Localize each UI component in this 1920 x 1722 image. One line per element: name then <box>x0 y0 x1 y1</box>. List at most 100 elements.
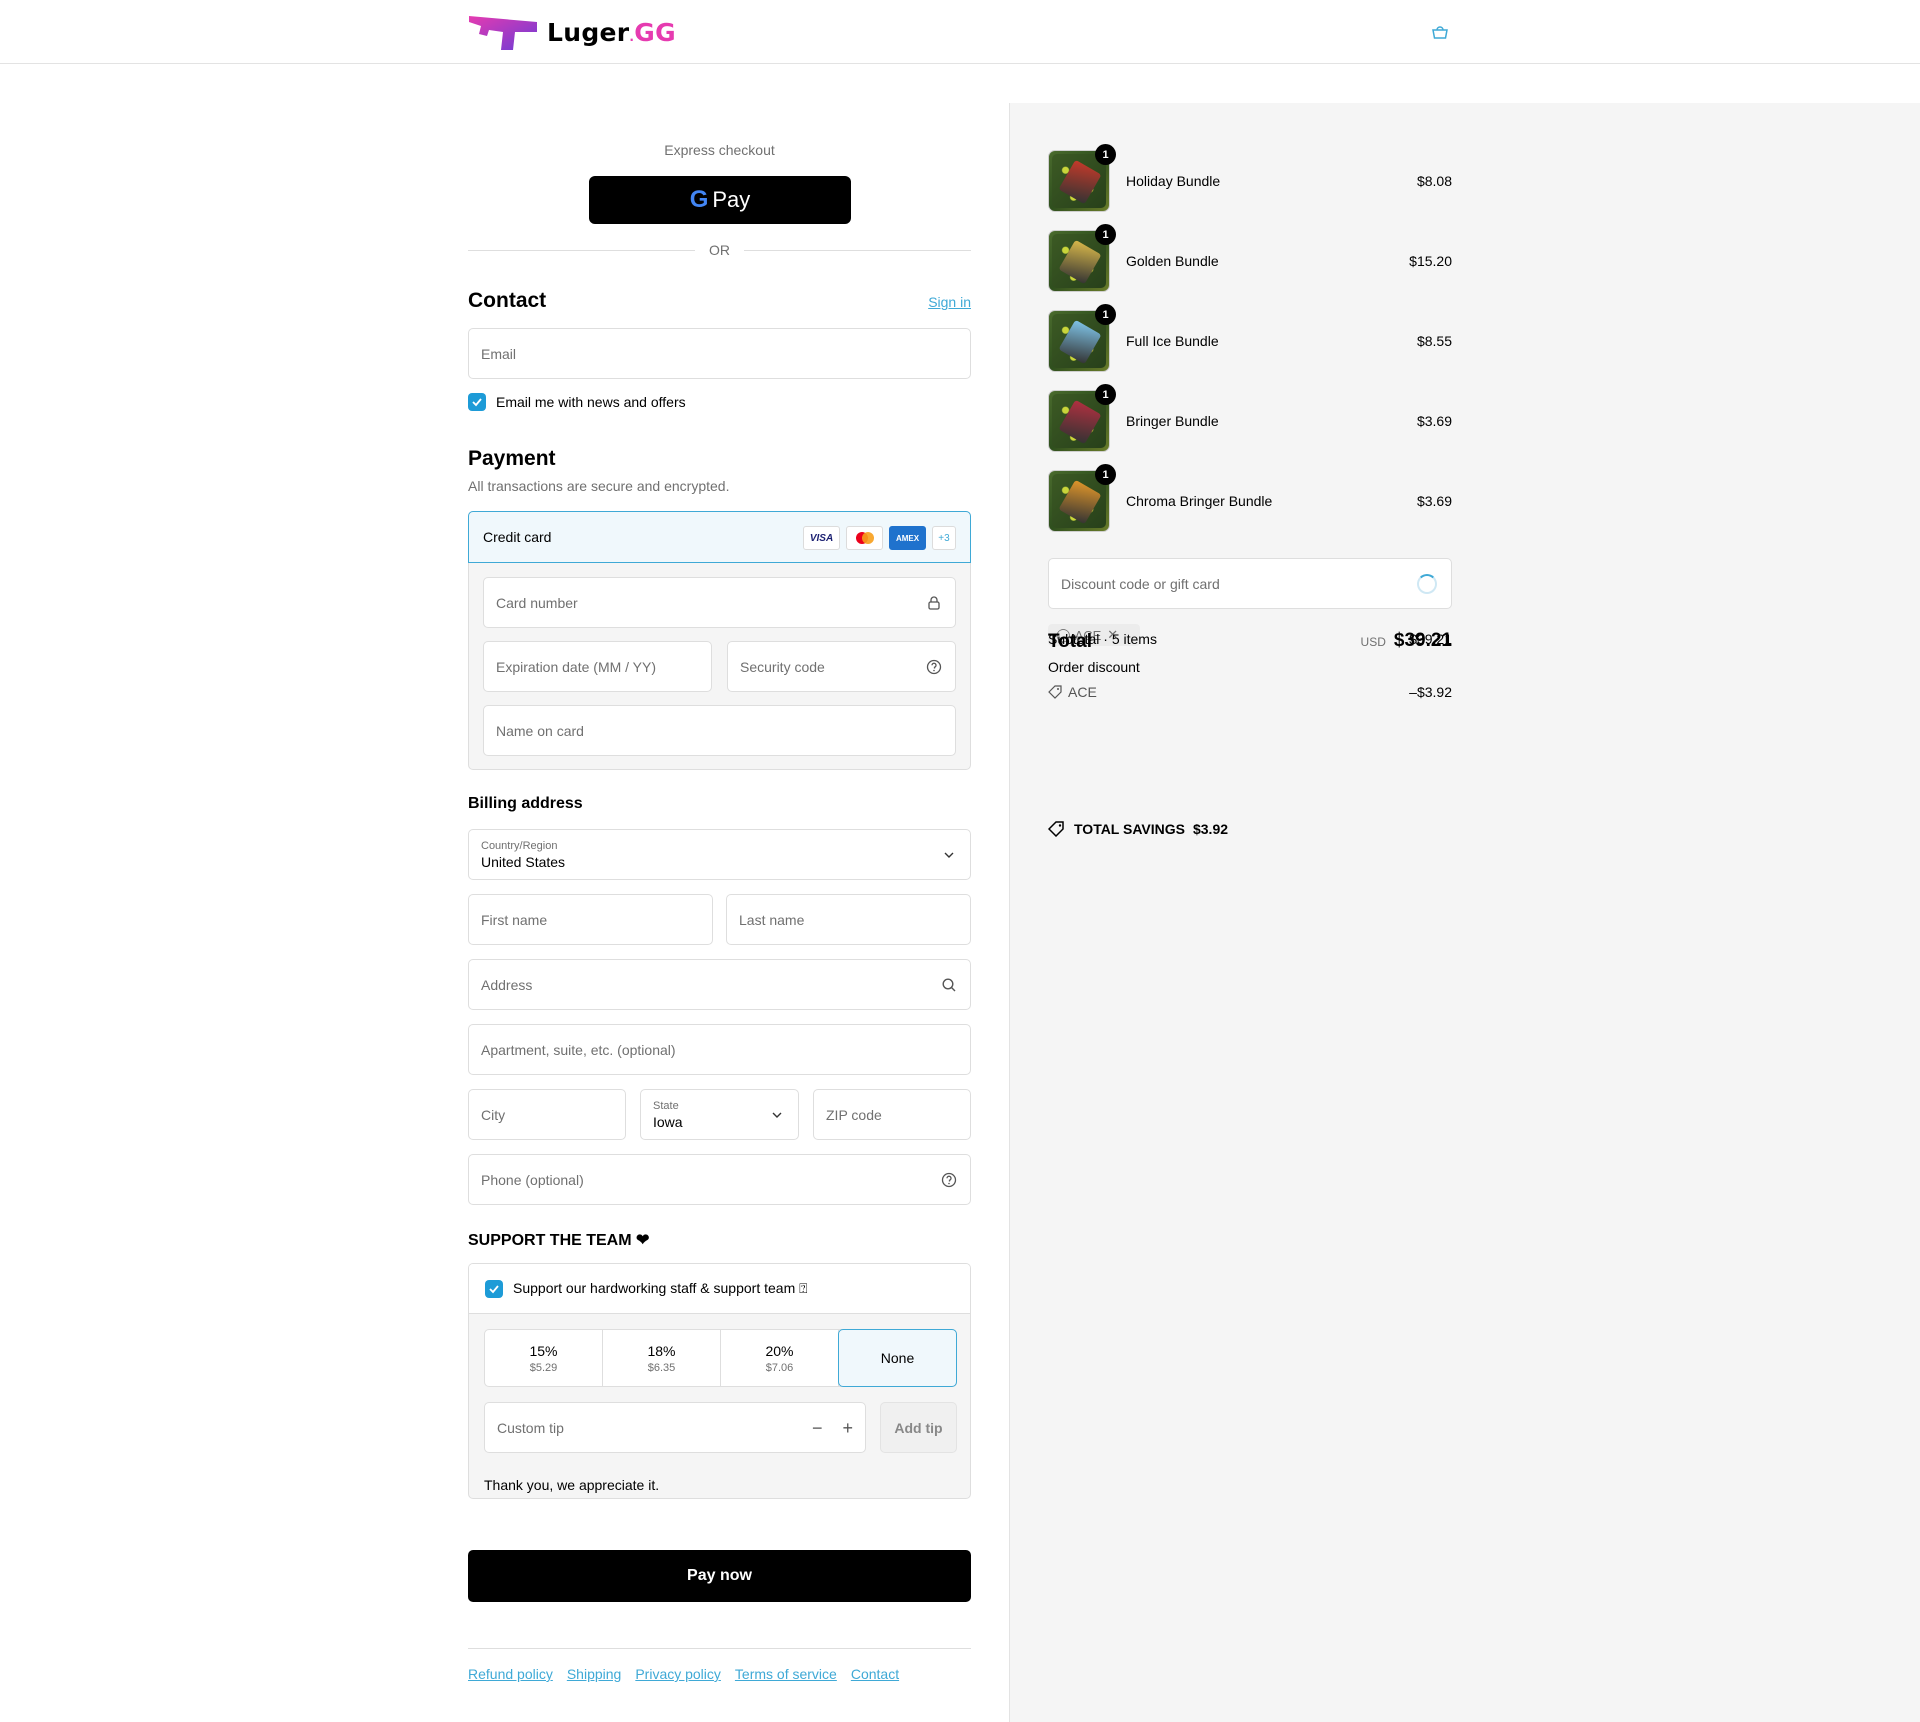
savings-label: TOTAL SAVINGS <box>1074 821 1185 837</box>
checkbox-checked-icon[interactable] <box>468 393 486 411</box>
google-pay-button[interactable]: G Pay <box>589 176 851 224</box>
address-input[interactable]: Address <box>468 959 971 1010</box>
credit-card-option[interactable]: Credit card VISA AMEX +3 <box>468 511 971 563</box>
first-name-input[interactable]: First name <box>468 894 713 945</box>
tip-option-15[interactable]: 15% $5.29 <box>485 1330 603 1386</box>
more-cards-badge: +3 <box>932 526 956 550</box>
tag-icon <box>1048 685 1062 699</box>
refund-policy-link[interactable]: Refund policy <box>468 1666 553 1682</box>
card-number-input[interactable]: Card number <box>483 577 956 628</box>
help-circle-icon[interactable] <box>941 1172 957 1188</box>
contact-heading: Contact <box>468 289 547 312</box>
product-thumbnail: 1 <box>1048 464 1116 532</box>
zip-code-input[interactable]: ZIP code <box>813 1089 971 1140</box>
newsletter-checkbox-row[interactable]: Email me with news and offers <box>468 393 686 411</box>
chevron-down-icon <box>772 1112 782 1118</box>
total-amount: $39.21 <box>1393 630 1452 651</box>
tip-thanks-text: Thank you, we appreciate it. <box>484 1477 660 1493</box>
footer-links: Refund policy Shipping Privacy policy Te… <box>468 1666 899 1682</box>
item-name: Golden Bundle <box>1126 253 1219 269</box>
product-thumbnail: 1 <box>1048 144 1116 212</box>
product-thumbnail: 1 <box>1048 224 1116 292</box>
item-price: $15.20 <box>1409 253 1452 269</box>
security-code-input[interactable]: Security code <box>727 641 956 692</box>
google-g-icon: G <box>689 186 709 213</box>
order-discount-row: Order discount <box>1048 659 1452 675</box>
item-price: $3.69 <box>1416 413 1452 429</box>
sign-in-link[interactable]: Sign in <box>928 294 971 310</box>
total-value: USD $39.21 <box>1361 630 1452 652</box>
contact-link[interactable]: Contact <box>851 1666 899 1682</box>
privacy-policy-link[interactable]: Privacy policy <box>635 1666 721 1682</box>
item-price: $3.69 <box>1416 493 1452 509</box>
card-brands: VISA AMEX +3 <box>803 526 956 550</box>
loading-spinner-icon <box>1417 574 1437 594</box>
apartment-input[interactable]: Apartment, suite, etc. (optional) <box>468 1024 971 1075</box>
quantity-badge: 1 <box>1095 224 1116 245</box>
product-thumbnail: 1 <box>1048 384 1116 452</box>
lock-icon <box>928 595 940 610</box>
quantity-badge: 1 <box>1095 304 1116 325</box>
shopping-bag-icon[interactable] <box>1430 22 1450 42</box>
chevron-down-icon <box>944 852 954 858</box>
help-circle-icon[interactable] <box>926 659 942 675</box>
shipping-link[interactable]: Shipping <box>567 1666 622 1682</box>
last-name-input[interactable]: Last name <box>726 894 971 945</box>
logo-wordmark: Luger.GG <box>547 17 676 47</box>
tip-option-18[interactable]: 18% $6.35 <box>603 1330 721 1386</box>
store-logo[interactable]: Luger.GG <box>467 12 676 52</box>
item-price: $8.55 <box>1416 333 1452 349</box>
discount-code-label: ACE <box>1068 684 1097 700</box>
state-select[interactable]: State Iowa <box>640 1089 799 1140</box>
custom-tip-input[interactable]: Custom tip − + <box>484 1402 866 1453</box>
credit-card-panel: Credit card VISA AMEX +3 Card number Exp… <box>468 511 971 770</box>
or-divider: OR <box>468 242 971 258</box>
item-name: Holiday Bundle <box>1126 173 1221 189</box>
newsletter-label: Email me with news and offers <box>496 394 686 410</box>
payment-heading: Payment <box>468 447 556 470</box>
total-label: Total <box>1048 631 1092 652</box>
pay-now-button[interactable]: Pay now <box>468 1550 971 1602</box>
line-item: 1 Full Ice Bundle $8.55 <box>1048 304 1452 373</box>
tip-stepper: − + <box>812 1418 853 1439</box>
express-checkout-label: Express checkout <box>664 142 775 158</box>
country-select[interactable]: Country/Region United States <box>468 829 971 880</box>
item-price: $8.08 <box>1416 173 1452 189</box>
tip-panel: Support our hardworking staff & support … <box>468 1263 971 1499</box>
support-checkbox-row[interactable]: Support our hardworking staff & support … <box>469 1264 970 1314</box>
billing-address-heading: Billing address <box>468 795 583 812</box>
payment-subtitle: All transactions are secure and encrypte… <box>468 478 730 494</box>
currency-code: USD <box>1360 635 1386 649</box>
search-icon <box>942 977 956 991</box>
discount-code-row: ACE –$3.92 <box>1048 684 1452 700</box>
line-item: 1 Chroma Bringer Bundle $3.69 <box>1048 464 1452 533</box>
quantity-badge: 1 <box>1095 384 1116 405</box>
site-header: Luger.GG <box>0 0 1920 64</box>
checkbox-checked-icon[interactable] <box>485 1279 503 1298</box>
item-name: Full Ice Bundle <box>1126 333 1219 349</box>
order-discount-label: Order discount <box>1048 659 1140 675</box>
support-checkbox-label: Support our hardworking staff & support … <box>513 1280 808 1296</box>
item-name: Bringer Bundle <box>1126 413 1219 429</box>
decrement-button[interactable]: − <box>812 1418 823 1439</box>
quantity-badge: 1 <box>1095 464 1116 485</box>
expiration-date-input[interactable]: Expiration date (MM / YY) <box>483 641 712 692</box>
increment-button[interactable]: + <box>842 1418 853 1439</box>
name-on-card-input[interactable]: Name on card <box>483 705 956 756</box>
quantity-badge: 1 <box>1095 144 1116 165</box>
email-input[interactable]: Email <box>468 328 971 379</box>
tip-option-20[interactable]: 20% $7.06 <box>721 1330 839 1386</box>
credit-card-label: Credit card <box>483 529 552 545</box>
support-team-heading: SUPPORT THE TEAM ❤ <box>468 1232 650 1249</box>
discount-code-input[interactable]: Discount code or gift card <box>1048 558 1452 609</box>
discount-amount: –$3.92 <box>1409 684 1452 700</box>
add-tip-button[interactable]: Add tip <box>880 1402 957 1453</box>
city-input[interactable]: City <box>468 1089 626 1140</box>
line-item: 1 Bringer Bundle $3.69 <box>1048 384 1452 453</box>
visa-icon: VISA <box>803 526 840 550</box>
phone-input[interactable]: Phone (optional) <box>468 1154 971 1205</box>
line-item: 1 Golden Bundle $15.20 <box>1048 224 1452 293</box>
gpay-label: Pay <box>712 187 751 212</box>
tip-option-none[interactable]: None <box>838 1329 957 1387</box>
terms-of-service-link[interactable]: Terms of service <box>735 1666 837 1682</box>
